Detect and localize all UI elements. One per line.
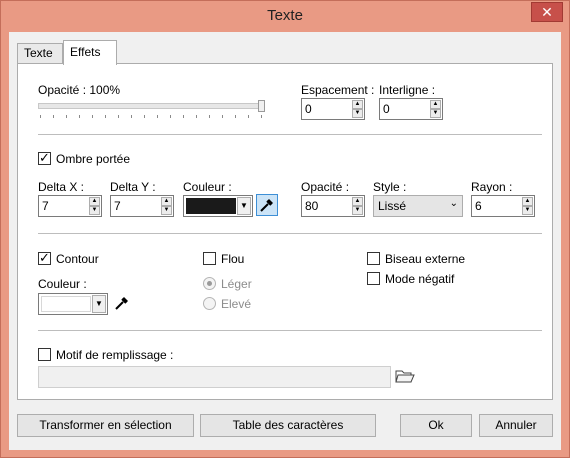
ok-button[interactable]: Ok — [400, 414, 472, 437]
shadow-style-select[interactable]: Lissé ⌄ — [373, 195, 463, 217]
cancel-button[interactable]: Annuler — [479, 414, 553, 437]
shadow-style-value: Lissé — [378, 199, 407, 213]
shadow-opacity-value: 80 — [305, 199, 319, 213]
shadow-radius-spinner[interactable]: 6 ▲ ▼ — [471, 195, 535, 217]
delta-y-value: 7 — [114, 199, 121, 213]
eyedropper-icon[interactable] — [256, 194, 278, 216]
spacing-value: 0 — [305, 102, 312, 116]
close-button[interactable]: ✕ — [531, 2, 563, 22]
window-title: Texte — [267, 7, 303, 24]
blur-light-label: Léger — [221, 277, 252, 291]
shadow-color-label: Couleur : — [183, 180, 232, 194]
delta-y-down-arrow-icon[interactable]: ▼ — [161, 206, 172, 215]
shadow-opacity-label: Opacité : — [301, 180, 350, 194]
delta-x-up-arrow-icon[interactable]: ▲ — [89, 197, 100, 206]
outline-color-combo[interactable]: ▼ — [38, 293, 108, 315]
shadow-radius-up-arrow-icon[interactable]: ▲ — [522, 197, 533, 206]
line-spacing-value: 0 — [383, 102, 390, 116]
opacity-slider-ticks — [38, 115, 268, 119]
opacity-slider-thumb[interactable] — [258, 100, 265, 112]
fill-pattern-checkbox-label[interactable]: Motif de remplissage : — [56, 348, 173, 362]
opacity-label: Opacité : 100% — [38, 83, 121, 97]
negative-checkbox-label[interactable]: Mode négatif — [385, 272, 454, 286]
shadow-opacity-down-arrow-icon[interactable]: ▼ — [352, 206, 363, 215]
tab-effets[interactable]: Effets — [63, 40, 117, 65]
fill-pattern-checkbox[interactable] — [38, 348, 51, 361]
delta-x-down-arrow-icon[interactable]: ▼ — [89, 206, 100, 215]
separator — [38, 330, 542, 331]
character-map-button[interactable]: Table des caractères — [200, 414, 376, 437]
shadow-radius-down-arrow-icon[interactable]: ▼ — [522, 206, 533, 215]
chevron-down-icon[interactable]: ▼ — [237, 197, 251, 215]
title-bar[interactable]: Texte ✕ — [1, 1, 569, 31]
blur-light-radio[interactable] — [203, 277, 216, 290]
outline-checkbox[interactable] — [38, 250, 51, 266]
shadow-checkbox[interactable] — [38, 150, 51, 166]
shadow-opacity-spinner[interactable]: 80 ▲ ▼ — [301, 195, 365, 217]
shadow-color-combo[interactable]: ▼ — [183, 195, 253, 217]
shadow-radius-value: 6 — [475, 199, 482, 213]
effects-panel: Opacité : 100% Espacement : 0 ▲ ▼ Interl… — [17, 63, 553, 400]
delta-y-label: Delta Y : — [110, 180, 156, 194]
opacity-slider-track[interactable] — [38, 103, 264, 109]
bevel-checkbox[interactable] — [367, 252, 380, 265]
shadow-radius-label: Rayon : — [471, 180, 513, 194]
blur-high-label: Elevé — [221, 297, 252, 311]
spacing-label: Espacement : — [301, 83, 375, 97]
blur-high-radio[interactable] — [203, 297, 216, 310]
negative-checkbox[interactable] — [367, 272, 380, 285]
eyedropper-icon[interactable] — [112, 293, 134, 315]
tab-texte[interactable]: Texte — [17, 43, 63, 64]
spacing-spinner[interactable]: 0 ▲ ▼ — [301, 98, 365, 120]
outline-checkbox-label[interactable]: Contour — [56, 252, 99, 266]
delta-x-label: Delta X : — [38, 180, 85, 194]
line-spacing-up-arrow-icon[interactable]: ▲ — [430, 100, 441, 109]
fill-pattern-field — [38, 366, 391, 388]
line-spacing-label: Interligne : — [379, 83, 436, 97]
shadow-checkbox-label[interactable]: Ombre portée — [56, 152, 130, 166]
delta-y-spinner[interactable]: 7 ▲ ▼ — [110, 195, 174, 217]
bevel-checkbox-label[interactable]: Biseau externe — [385, 252, 465, 266]
spacing-down-arrow-icon[interactable]: ▼ — [352, 109, 363, 118]
separator — [38, 134, 542, 135]
folder-open-icon[interactable] — [395, 367, 415, 385]
dialog-window: Texte ✕ Texte Effets Opacité : 100% Espa — [0, 0, 570, 458]
close-icon: ✕ — [541, 4, 553, 20]
chevron-down-icon: ⌄ — [449, 198, 458, 209]
delta-x-value: 7 — [42, 199, 49, 213]
outline-color-label: Couleur : — [38, 277, 87, 291]
transform-selection-button[interactable]: Transformer en sélection — [17, 414, 194, 437]
outline-color-swatch — [41, 296, 91, 312]
separator — [38, 233, 542, 234]
blur-checkbox[interactable] — [203, 252, 216, 265]
delta-y-up-arrow-icon[interactable]: ▲ — [161, 197, 172, 206]
line-spacing-spinner[interactable]: 0 ▲ ▼ — [379, 98, 443, 120]
shadow-style-label: Style : — [373, 180, 407, 194]
chevron-down-icon[interactable]: ▼ — [92, 295, 106, 313]
dialog-client: Texte Effets Opacité : 100% Espacement :… — [9, 32, 561, 450]
delta-x-spinner[interactable]: 7 ▲ ▼ — [38, 195, 102, 217]
shadow-opacity-up-arrow-icon[interactable]: ▲ — [352, 197, 363, 206]
blur-checkbox-label[interactable]: Flou — [221, 252, 244, 266]
spacing-up-arrow-icon[interactable]: ▲ — [352, 100, 363, 109]
shadow-color-swatch — [186, 198, 236, 214]
line-spacing-down-arrow-icon[interactable]: ▼ — [430, 109, 441, 118]
